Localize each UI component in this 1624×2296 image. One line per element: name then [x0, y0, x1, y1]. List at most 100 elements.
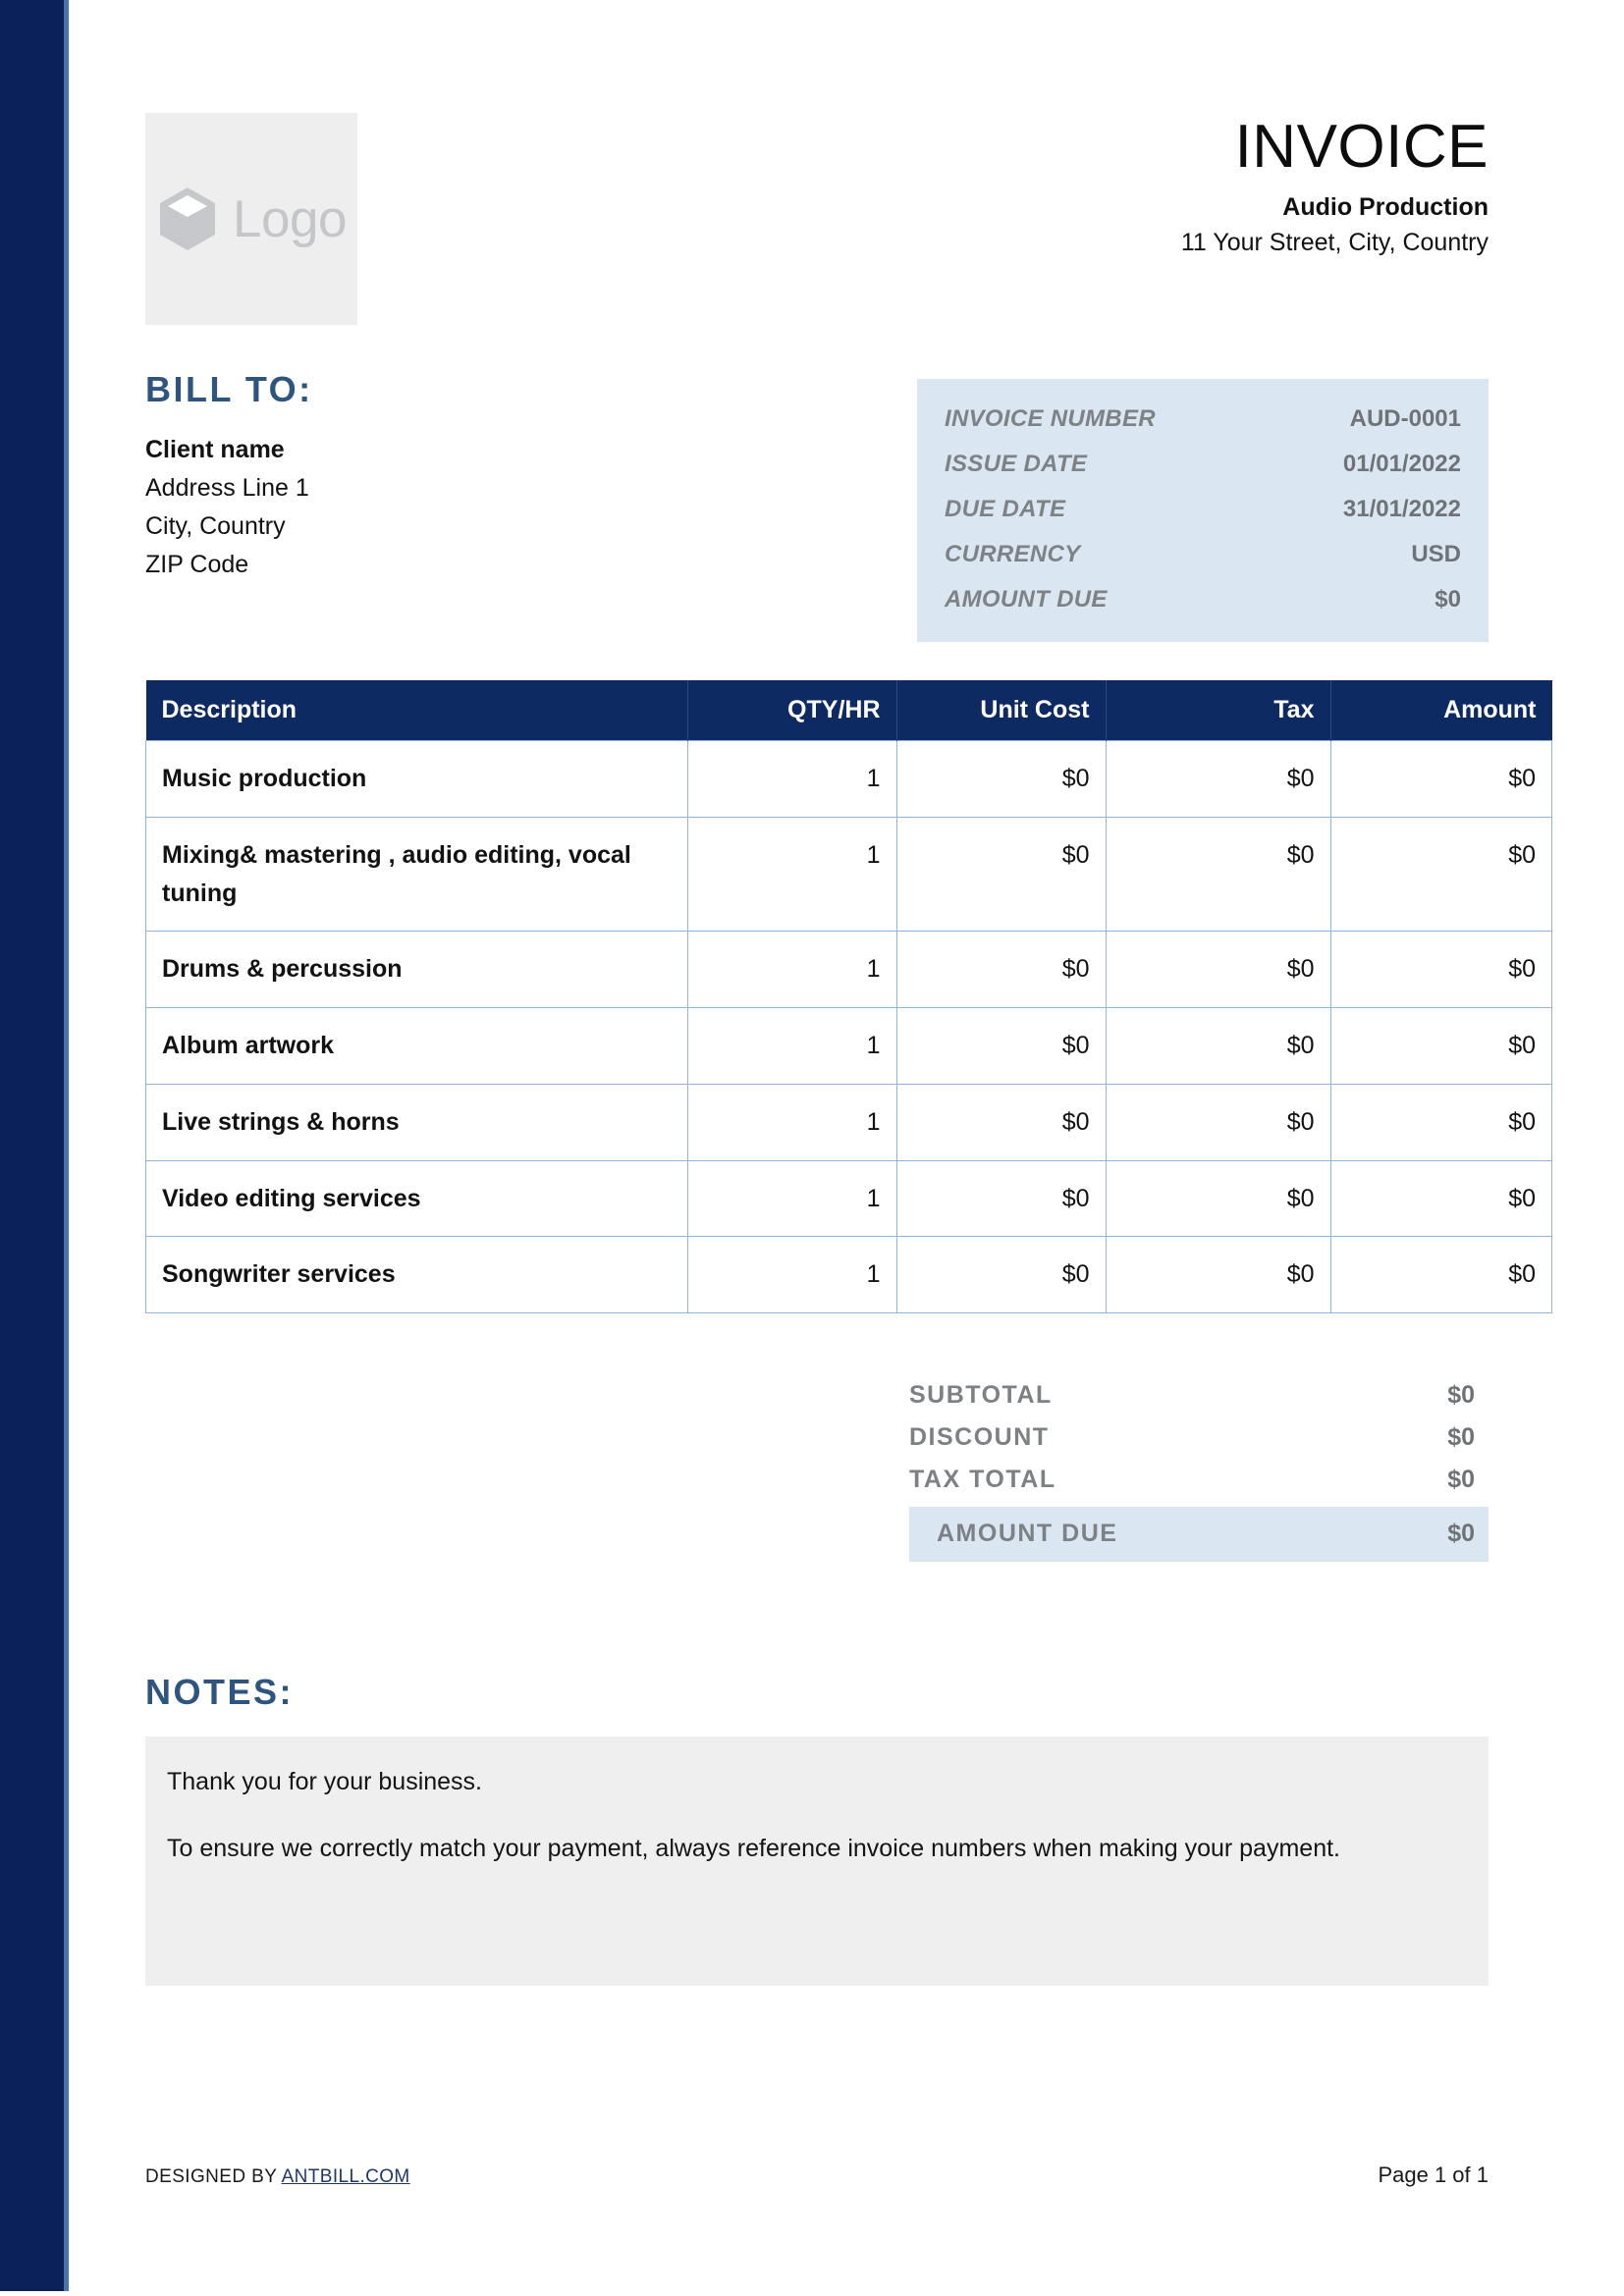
- client-city-country: City, Country: [145, 512, 286, 540]
- column-header-qty: QTY/HR: [687, 680, 897, 741]
- totals-section: SUBTOTAL $0 DISCOUNT $0 TAX TOTAL $0 AMO…: [909, 1374, 1489, 1562]
- cell-description: Live strings & horns: [145, 1084, 688, 1161]
- bill-to-lines: Client name Address Line 1 City, Country…: [145, 431, 774, 584]
- table-row: Album artwork 1 $0 $0 $0: [145, 1007, 1552, 1085]
- cell-amount: $0: [1329, 1160, 1552, 1238]
- line-items-table: Description QTY/HR Unit Cost Tax Amount …: [145, 680, 1552, 1313]
- company-name: Audio Production: [1282, 192, 1489, 221]
- total-row-discount: DISCOUNT $0: [909, 1416, 1489, 1459]
- cell-tax: $0: [1105, 1236, 1331, 1313]
- table-row: Live strings & horns 1 $0 $0 $0: [145, 1084, 1552, 1161]
- total-value-tax-total: $0: [1447, 1466, 1475, 1493]
- cell-unit-cost: $0: [895, 931, 1107, 1008]
- antbill-link[interactable]: ANTBILL.COM: [282, 2166, 410, 2187]
- cell-amount: $0: [1329, 740, 1552, 818]
- column-header-unit-cost: Unit Cost: [896, 680, 1107, 741]
- total-label-tax-total: TAX TOTAL: [909, 1466, 1056, 1493]
- cell-unit-cost: $0: [895, 1160, 1107, 1238]
- bill-to-and-meta-row: BILL TO: Client name Address Line 1 City…: [145, 372, 1489, 642]
- meta-value-due-date: 31/01/2022: [1342, 496, 1461, 522]
- meta-row-amount-due: AMOUNT DUE $0: [945, 577, 1461, 622]
- total-label-discount: DISCOUNT: [909, 1423, 1050, 1451]
- total-row-amount-due: AMOUNT DUE $0: [909, 1507, 1489, 1562]
- cell-amount: $0: [1329, 817, 1552, 933]
- cell-tax: $0: [1105, 1160, 1331, 1238]
- cell-description: Songwriter services: [145, 1236, 688, 1313]
- table-header-row: Description QTY/HR Unit Cost Tax Amount: [145, 680, 1552, 741]
- notes-panel: Thank you for your business. To ensure w…: [145, 1736, 1489, 1986]
- designed-by: DESIGNED BY ANTBILL.COM: [145, 2166, 410, 2188]
- column-header-tax: Tax: [1106, 680, 1331, 741]
- page-title: INVOICE: [1234, 113, 1489, 181]
- total-value-amount-due: $0: [1447, 1520, 1475, 1547]
- table-row: Video editing services 1 $0 $0 $0: [145, 1160, 1552, 1238]
- meta-label-invoice-number: INVOICE NUMBER: [945, 405, 1156, 432]
- cell-description: Music production: [145, 740, 688, 818]
- cell-description: Mixing& mastering , audio editing, vocal…: [145, 817, 688, 933]
- cell-tax: $0: [1105, 1007, 1331, 1085]
- line-items-table-head: Description QTY/HR Unit Cost Tax Amount: [145, 680, 1552, 741]
- table-row: Mixing& mastering , audio editing, vocal…: [145, 817, 1552, 933]
- client-address-line-1: Address Line 1: [145, 474, 309, 502]
- meta-value-currency: USD: [1411, 541, 1461, 567]
- meta-label-issue-date: ISSUE DATE: [945, 451, 1088, 477]
- total-row-tax-total: TAX TOTAL $0: [909, 1459, 1489, 1501]
- column-header-amount: Amount: [1330, 680, 1552, 741]
- page-number: Page 1 of 1: [1378, 2163, 1489, 2187]
- meta-value-issue-date: 01/01/2022: [1342, 451, 1461, 477]
- invoice-header: Logo INVOICE Audio Production 11 Your St…: [145, 0, 1489, 325]
- cell-amount: $0: [1329, 1236, 1552, 1313]
- notes-heading: NOTES:: [145, 1672, 295, 1712]
- cell-tax: $0: [1105, 1084, 1331, 1161]
- cell-amount: $0: [1329, 1084, 1552, 1161]
- cell-unit-cost: $0: [895, 1007, 1107, 1085]
- cell-unit-cost: $0: [895, 817, 1107, 933]
- cell-qty: 1: [686, 817, 897, 933]
- left-accent-stripe: [0, 0, 69, 2291]
- cell-description: Video editing services: [145, 1160, 688, 1238]
- cell-qty: 1: [686, 931, 897, 1008]
- meta-row-issue-date: ISSUE DATE 01/01/2022: [945, 442, 1461, 487]
- meta-value-invoice-number: AUD-0001: [1349, 405, 1461, 432]
- meta-label-currency: CURRENCY: [945, 541, 1081, 567]
- cube-icon: [156, 186, 219, 252]
- logo-text: Logo: [233, 189, 347, 248]
- cell-amount: $0: [1329, 1007, 1552, 1085]
- note-line-reference: To ensure we correctly match your paymen…: [167, 1835, 1340, 1863]
- company-address: 11 Your Street, City, Country: [1180, 229, 1489, 257]
- logo-placeholder[interactable]: Logo: [145, 113, 357, 325]
- cell-tax: $0: [1105, 817, 1331, 933]
- column-header-description: Description: [145, 680, 688, 741]
- cell-qty: 1: [686, 740, 897, 818]
- meta-label-amount-due: AMOUNT DUE: [945, 586, 1108, 613]
- cell-qty: 1: [686, 1007, 897, 1085]
- designed-by-prefix: DESIGNED BY: [145, 2166, 282, 2187]
- cell-unit-cost: $0: [895, 1236, 1107, 1313]
- meta-row-invoice-number: INVOICE NUMBER AUD-0001: [945, 397, 1461, 442]
- cell-unit-cost: $0: [895, 740, 1107, 818]
- total-label-amount-due: AMOUNT DUE: [937, 1520, 1118, 1547]
- line-items-table-body: Music production 1 $0 $0 $0 Mixing& mast…: [145, 740, 1552, 1313]
- invoice-page: Logo INVOICE Audio Production 11 Your St…: [0, 0, 1624, 2296]
- cell-qty: 1: [686, 1160, 897, 1238]
- client-zip-code: ZIP Code: [145, 551, 249, 578]
- cell-qty: 1: [686, 1084, 897, 1161]
- table-row: Music production 1 $0 $0 $0: [145, 740, 1552, 818]
- meta-row-currency: CURRENCY USD: [945, 532, 1461, 577]
- cell-unit-cost: $0: [895, 1084, 1107, 1161]
- total-row-subtotal: SUBTOTAL $0: [909, 1374, 1489, 1416]
- total-value-discount: $0: [1447, 1423, 1475, 1451]
- cell-description: Drums & percussion: [145, 931, 688, 1008]
- table-row: Songwriter services 1 $0 $0 $0: [145, 1236, 1552, 1313]
- cell-tax: $0: [1105, 931, 1331, 1008]
- cell-qty: 1: [686, 1236, 897, 1313]
- total-value-subtotal: $0: [1447, 1381, 1475, 1409]
- client-name: Client name: [145, 436, 285, 463]
- bill-to-heading: BILL TO:: [145, 369, 313, 409]
- bill-to-section: BILL TO: Client name Address Line 1 City…: [145, 372, 774, 584]
- invoice-meta-panel: INVOICE NUMBER AUD-0001 ISSUE DATE 01/01…: [917, 379, 1489, 642]
- meta-label-due-date: DUE DATE: [945, 496, 1066, 522]
- cell-tax: $0: [1105, 740, 1331, 818]
- page-footer: DESIGNED BY ANTBILL.COM Page 1 of 1: [145, 2163, 1489, 2188]
- note-line-thanks: Thank you for your business.: [167, 1768, 482, 1795]
